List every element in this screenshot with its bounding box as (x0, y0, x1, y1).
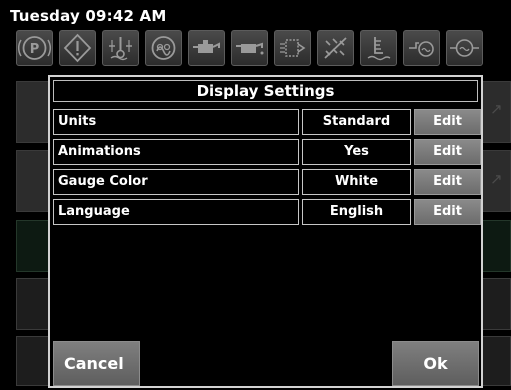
edit-language-button[interactable]: Edit (414, 199, 481, 225)
fuel-water-icon (360, 30, 397, 66)
regen-inhibit-icon (317, 30, 354, 66)
edit-animations-button[interactable]: Edit (414, 139, 481, 165)
parking-brake-icon: P (16, 30, 53, 66)
cancel-button[interactable]: Cancel (53, 341, 140, 386)
setting-row-units: Units Standard Edit (53, 109, 481, 135)
warning-lamp-row: P (16, 30, 511, 68)
oil-can-icon (231, 30, 268, 66)
ok-button[interactable]: Ok (392, 341, 479, 386)
setting-value: Yes (302, 139, 411, 165)
oil-pressure-icon (188, 30, 225, 66)
setting-row-animations: Animations Yes Edit (53, 139, 481, 165)
edit-gauge-color-button[interactable]: Edit (414, 169, 481, 195)
expand-arrow-icon: ↗ (490, 170, 503, 188)
edit-units-button[interactable]: Edit (414, 109, 481, 135)
setting-label: Gauge Color (53, 169, 299, 195)
glow-plug-icon (145, 30, 182, 66)
svg-text:P: P (30, 42, 40, 57)
engine-heater-icon (274, 30, 311, 66)
setting-row-gauge-color: Gauge Color White Edit (53, 169, 481, 195)
background-panel (481, 336, 511, 386)
background-panel (16, 220, 52, 272)
expand-arrow-icon: ↗ (490, 100, 503, 118)
setting-value: White (302, 169, 411, 195)
background-panel (481, 278, 511, 330)
coolant-temperature-icon (102, 30, 139, 66)
setting-label: Units (53, 109, 299, 135)
transmission-icon (446, 30, 483, 66)
setting-label: Animations (53, 139, 299, 165)
master-warning-icon (59, 30, 96, 66)
background-panel (481, 220, 511, 272)
hydraulic-filter-icon (403, 30, 440, 66)
setting-row-language: Language English Edit (53, 199, 481, 225)
background-panel (16, 81, 52, 143)
status-bar: Tuesday 09:42 AM (0, 0, 511, 30)
setting-label: Language (53, 199, 299, 225)
background-panel (16, 336, 52, 386)
background-panel (16, 278, 52, 330)
setting-value: English (302, 199, 411, 225)
dialog-title: Display Settings (53, 80, 478, 102)
clock: Tuesday 09:42 AM (10, 7, 167, 25)
setting-value: Standard (302, 109, 411, 135)
background-panel (16, 150, 52, 212)
display-settings-dialog: Display Settings Units Standard Edit Ani… (48, 75, 483, 388)
